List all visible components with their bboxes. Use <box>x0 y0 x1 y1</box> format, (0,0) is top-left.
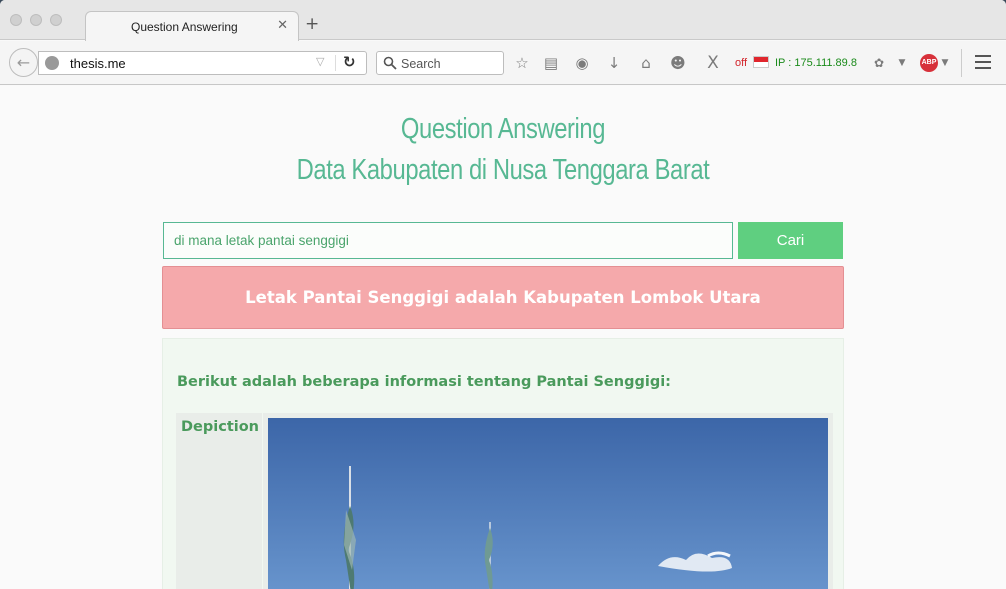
search-placeholder: Search <box>401 57 441 71</box>
depiction-label-cell: Depiction <box>176 413 262 589</box>
star-icon[interactable]: ☆ <box>513 54 531 72</box>
home-icon[interactable]: ⌂ <box>637 54 655 72</box>
ip-status: off <box>735 57 748 69</box>
page-subtitle: Data Kabupaten di Nusa Tenggara Barat <box>296 154 710 186</box>
flag-icon <box>753 56 769 68</box>
page-title: Question Answering <box>400 113 606 145</box>
abp-dropdown-icon[interactable]: ▼ <box>936 54 954 72</box>
tab-strip: Question Answering ✕ + <box>0 0 1006 41</box>
back-arrow-icon[interactable]: ← <box>9 48 38 77</box>
question-input[interactable]: di mana letak pantai senggigi <box>163 222 733 259</box>
url-text[interactable]: thesis.me <box>70 56 126 71</box>
search-icon <box>383 56 397 70</box>
info-panel: Berikut adalah beberapa informasi tentan… <box>162 338 844 589</box>
url-dropdown-icon[interactable]: ▽ <box>316 55 324 68</box>
toolbar-separator <box>961 49 962 77</box>
emoji-icon[interactable]: ☻ <box>669 54 687 72</box>
close-window-icon[interactable] <box>10 14 22 26</box>
page-content: Question Answering Data Kabupaten di Nus… <box>0 86 1006 589</box>
ip-address[interactable]: IP : 175.111.89.8 <box>775 57 857 69</box>
browser-window: Question Answering ✕ + ← thesis.me ▽ ↻ S… <box>0 0 1006 589</box>
minimize-window-icon[interactable] <box>30 14 42 26</box>
reload-icon[interactable]: ↻ <box>343 53 356 71</box>
menu-icon[interactable] <box>975 55 991 73</box>
tab-question-answering[interactable]: Question Answering ✕ <box>85 11 299 41</box>
tab-title: Question Answering <box>131 20 238 34</box>
tab-close-icon[interactable]: ✕ <box>277 18 288 33</box>
url-bar[interactable]: thesis.me ▽ ↻ <box>38 51 367 75</box>
url-separator <box>335 55 336 71</box>
new-tab-icon[interactable]: + <box>305 16 319 33</box>
extension-dropdown-icon[interactable]: ▼ <box>893 54 911 72</box>
info-heading: Berikut adalah beberapa informasi tentan… <box>177 374 671 390</box>
depiction-image <box>263 413 833 589</box>
search-bar[interactable]: Search <box>376 51 504 75</box>
depiction-label: Depiction <box>181 419 260 435</box>
answer-banner: Letak Pantai Senggigi adalah Kabupaten L… <box>162 266 844 329</box>
reader-icon[interactable]: ▤ <box>542 54 560 72</box>
search-button[interactable]: Cari <box>738 222 843 259</box>
x-icon[interactable]: X <box>704 54 722 72</box>
download-icon[interactable]: ↓ <box>605 54 623 72</box>
extension-icon[interactable]: ✿ <box>870 54 888 72</box>
maximize-window-icon[interactable] <box>50 14 62 26</box>
beach-photo-image <box>268 418 828 589</box>
globe-icon <box>45 56 59 70</box>
navigation-bar: ← thesis.me ▽ ↻ Search ☆ ▤ ◉ ↓ ⌂ ☻ X off… <box>0 41 1006 85</box>
pocket-icon[interactable]: ◉ <box>573 54 591 72</box>
